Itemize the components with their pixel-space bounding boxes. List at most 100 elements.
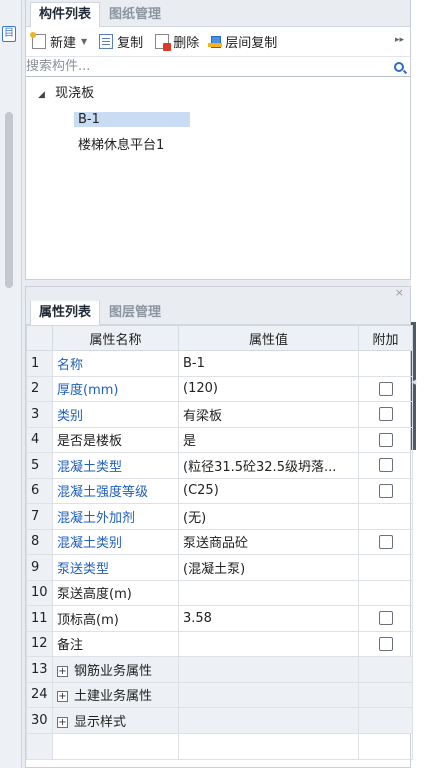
new-button[interactable]: 新建 ▼ <box>30 32 87 51</box>
row-number: 7 <box>26 503 53 530</box>
property-name: 顶标高(m) <box>52 605 179 632</box>
delete-button[interactable]: 删除 <box>155 32 199 51</box>
row-number: 24 <box>26 681 53 708</box>
table-row[interactable]: 6 混凝土强度等级 (C25) <box>26 477 413 504</box>
row-number: 2 <box>26 375 53 402</box>
tab-layer-manage[interactable]: 图层管理 <box>100 300 170 324</box>
copy-label: 复制 <box>117 36 144 51</box>
delete-icon <box>155 34 172 51</box>
extra-cell <box>358 375 413 402</box>
property-panel-header: × <box>26 286 410 301</box>
row-number: 1 <box>26 350 53 377</box>
expand-plus-icon[interactable]: + <box>57 691 68 703</box>
expand-plus-icon[interactable]: + <box>57 716 68 728</box>
property-name: 泵送类型 <box>52 554 179 581</box>
row-number: 30 <box>26 707 53 734</box>
property-value[interactable]: 3.58 <box>178 605 359 632</box>
table-row[interactable]: 10 泵送高度(m) <box>26 579 413 606</box>
side-toggle-button[interactable]: 目 <box>2 26 16 42</box>
new-file-icon <box>30 32 46 49</box>
extra-cell <box>358 426 413 453</box>
row-number: 4 <box>26 426 53 453</box>
tree-node-b1[interactable]: B-1 <box>26 107 410 133</box>
row-number: 13 <box>26 656 53 683</box>
tab-drawing-manage[interactable]: 图纸管理 <box>100 2 170 26</box>
tree-node-stair-platform[interactable]: 楼梯休息平台1 <box>26 133 410 159</box>
group-row[interactable]: 30 + 显示样式 <box>26 707 413 734</box>
row-number: 10 <box>26 579 53 606</box>
property-value[interactable] <box>178 579 359 606</box>
row-number: 3 <box>26 401 53 428</box>
property-value[interactable]: (粒径31.5砼32.5级坍落... <box>178 452 359 479</box>
component-search <box>26 57 410 77</box>
table-row[interactable]: 3 类别 有梁板 <box>26 401 413 428</box>
component-toolbar: 新建 ▼ 复制 删除 层间复制 ▸▸ <box>26 27 410 57</box>
extra-checkbox[interactable] <box>378 611 393 626</box>
close-icon[interactable]: × <box>395 286 404 299</box>
table-row[interactable]: 12 备注 <box>26 630 413 657</box>
floor-copy-icon <box>208 35 223 48</box>
extra-checkbox[interactable] <box>378 381 393 396</box>
floor-copy-label: 层间复制 <box>225 36 278 51</box>
extra-cell <box>358 554 413 581</box>
property-value[interactable]: 泵送商品砼 <box>178 528 359 555</box>
tab-property-list[interactable]: 属性列表 <box>30 300 101 325</box>
property-panel: × 属性列表 图层管理 属性名称 属性值 附加 1 名称 B-1 2 厚度(mm) (12… <box>25 286 413 768</box>
group-row[interactable]: 13 + 钢筋业务属性 <box>26 656 413 683</box>
group-label: 土建业务属性 <box>74 689 153 705</box>
property-value[interactable]: (120) <box>178 375 359 402</box>
property-value[interactable] <box>178 630 359 657</box>
extra-checkbox[interactable] <box>378 432 393 447</box>
extra-checkbox[interactable] <box>378 458 393 473</box>
row-number: 11 <box>26 605 53 632</box>
tree-node-cast-slab[interactable]: ◢ 现浇板 <box>26 81 410 107</box>
toolbar-overflow-icon[interactable]: ▸▸ <box>395 35 404 45</box>
expand-caret-icon[interactable]: ◢ <box>38 90 45 100</box>
group-extra-cell <box>358 707 413 734</box>
search-input[interactable] <box>26 57 394 76</box>
property-value[interactable]: (混凝土泵) <box>178 554 359 581</box>
property-name: 厚度(mm) <box>52 375 179 402</box>
search-icon[interactable] <box>394 61 404 72</box>
table-row[interactable]: 7 混凝土外加剂 (无) <box>26 503 413 530</box>
property-value[interactable]: 有梁板 <box>178 401 359 428</box>
table-row[interactable]: 1 名称 B-1 <box>26 350 413 377</box>
extra-checkbox[interactable] <box>378 483 393 498</box>
group-label-cell[interactable]: + 钢筋业务属性 <box>52 656 179 683</box>
property-value[interactable]: B-1 <box>178 350 359 377</box>
property-name: 类别 <box>52 401 179 428</box>
property-name: 名称 <box>52 350 179 377</box>
group-label: 钢筋业务属性 <box>74 663 153 679</box>
property-value[interactable]: (C25) <box>178 477 359 504</box>
extra-cell <box>358 350 413 377</box>
group-label-cell[interactable]: + 显示样式 <box>52 707 179 734</box>
extra-cell <box>358 401 413 428</box>
chevron-down-icon[interactable]: ▼ <box>81 37 87 46</box>
extra-checkbox[interactable] <box>378 534 393 549</box>
group-label-cell[interactable]: + 土建业务属性 <box>52 681 179 708</box>
group-extra-cell <box>358 681 413 708</box>
property-value[interactable]: 是 <box>178 426 359 453</box>
table-row[interactable]: 5 混凝土类型 (粒径31.5砼32.5级坍落... <box>26 452 413 479</box>
property-tabs: 属性列表 图层管理 <box>26 300 410 325</box>
header-extra: 附加 <box>358 325 413 351</box>
floor-copy-button[interactable]: 层间复制 <box>208 32 278 51</box>
tree-node-label: 现浇板 <box>55 86 95 101</box>
table-row[interactable]: 9 泵送类型 (混凝土泵) <box>26 554 413 581</box>
group-row[interactable]: 24 + 土建业务属性 <box>26 681 413 708</box>
table-row[interactable]: 4 是否是楼板是 <box>26 426 413 453</box>
extra-checkbox[interactable] <box>378 407 393 422</box>
table-row[interactable]: 2 厚度(mm) (120) <box>26 375 413 402</box>
table-row[interactable]: 11 顶标高(m) 3.58 <box>26 605 413 632</box>
extra-cell <box>358 477 413 504</box>
property-value[interactable]: (无) <box>178 503 359 530</box>
tab-component-list[interactable]: 构件列表 <box>30 2 101 27</box>
property-name: 混凝土强度等级 <box>52 477 179 504</box>
delete-label: 删除 <box>173 36 200 51</box>
extra-checkbox[interactable] <box>378 636 393 651</box>
table-row[interactable]: 8 混凝土类别 泵送商品砼 <box>26 528 413 555</box>
expand-plus-icon[interactable]: + <box>57 665 68 677</box>
left-scrollbar-thumb[interactable] <box>5 112 13 288</box>
copy-button[interactable]: 复制 <box>99 32 143 51</box>
filler-cell <box>52 732 179 760</box>
